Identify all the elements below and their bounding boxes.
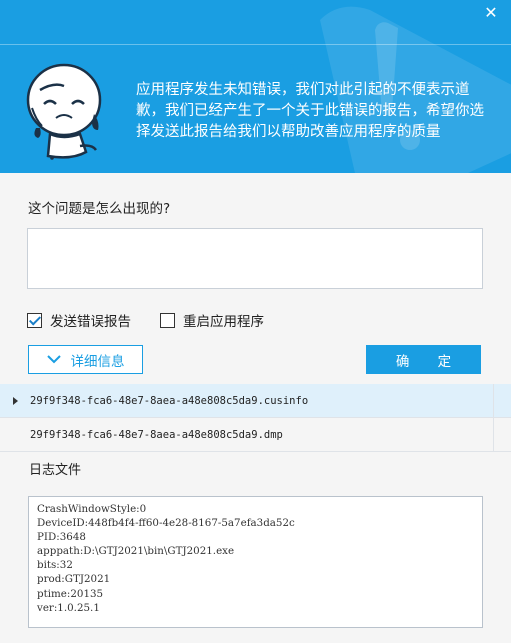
log-line: ptime:20135 (37, 587, 104, 600)
report-file-list: 29f9f348-fca6-48e7-8aea-a48e808c5da9.cus… (0, 384, 511, 452)
log-label: 日志文件 (29, 463, 82, 478)
log-line: bits:32 (37, 559, 73, 572)
file-row-dmp[interactable]: 29f9f348-fca6-48e7-8aea-a48e808c5da9.dmp (0, 418, 511, 452)
restart-app-label: 重启应用程序 (183, 314, 264, 330)
log-line: ver:1.0.25.1 (37, 601, 100, 614)
ok-button[interactable]: 确 定 (366, 345, 481, 374)
file-name: 29f9f348-fca6-48e7-8aea-a48e808c5da9.cus… (30, 394, 309, 407)
crying-mascot-icon (26, 63, 102, 160)
send-report-label: 发送错误报告 (50, 314, 131, 330)
file-name: 29f9f348-fca6-48e7-8aea-a48e808c5da9.dmp (30, 428, 283, 441)
question-label: 这个问题是怎么出现的? (28, 201, 171, 217)
chevron-down-icon (46, 355, 61, 364)
log-line: CrashWindowStyle:0 (37, 503, 147, 515)
close-icon: ✕ (484, 3, 498, 22)
send-report-checkbox[interactable]: 发送错误报告 (27, 310, 131, 330)
log-line: apppath:D:\GTJ2021\bin\GTJ2021.exe (37, 545, 235, 558)
description-input[interactable] (27, 228, 483, 289)
restart-app-checkbox[interactable]: 重启应用程序 (160, 310, 264, 330)
restart-app-check-icon (160, 312, 175, 328)
error-message: 应用程序发生未知错误，我们对此引起的不便表示道歉，我们已经产生了一个关于此错误的… (136, 82, 484, 140)
details-label: 详细信息 (70, 353, 125, 370)
details-button[interactable]: 详细信息 (28, 345, 143, 374)
close-button[interactable]: ✕ (481, 3, 501, 23)
file-row-cusinfo[interactable]: 29f9f348-fca6-48e7-8aea-a48e808c5da9.cus… (0, 384, 511, 418)
log-line: PID:3648 (37, 531, 86, 544)
error-header: ✕ 应用程序发生未知错误，我们对此引起的不便表示道歉，我们已经产生了一个关于此错… (0, 0, 511, 173)
log-content[interactable]: CrashWindowStyle:0 DeviceID:448fb4f4-ff6… (28, 496, 483, 628)
log-line: DeviceID:448fb4f4-ff60-4e28-8167-5a7efa3… (37, 517, 295, 530)
log-line: prod:GTJ2021 (37, 573, 111, 586)
send-report-check-icon (27, 312, 42, 328)
file-list-border (493, 384, 494, 452)
expand-arrow-icon[interactable] (13, 397, 18, 405)
